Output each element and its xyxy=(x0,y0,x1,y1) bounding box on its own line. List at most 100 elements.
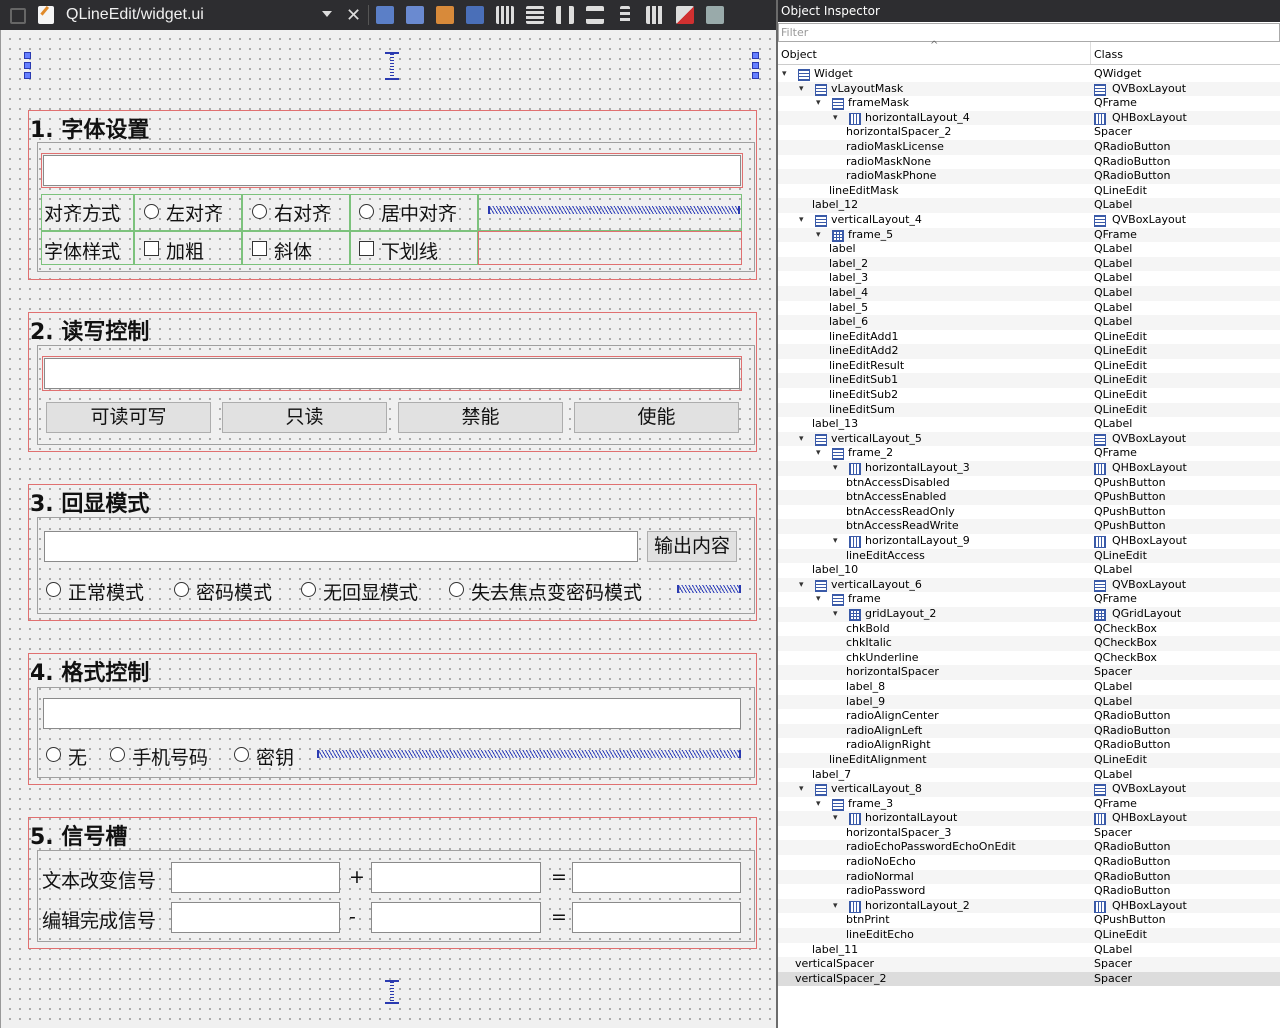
tree-row[interactable]: radioMaskLicense QRadioButton xyxy=(778,139,1280,155)
tree-row[interactable]: radioMaskNone QRadioButton xyxy=(778,155,1280,170)
resize-handle[interactable] xyxy=(752,72,759,79)
expand-arrow-icon[interactable]: ▾ xyxy=(816,446,826,461)
tree-row[interactable]: label_8 QLabel xyxy=(778,680,1280,695)
tree-row[interactable]: chkItalic QCheckBox xyxy=(778,636,1280,651)
radio-mask-license-label[interactable]: 密钥 xyxy=(256,743,294,770)
tree-row[interactable]: ▾ verticalLayout_6 QVBoxLayout xyxy=(778,577,1280,593)
checkbox-italic[interactable] xyxy=(252,241,267,256)
expand-arrow-icon[interactable]: ▾ xyxy=(833,534,843,549)
radio-mask-phone[interactable] xyxy=(110,747,125,762)
tree-row[interactable]: radioNormal QRadioButton xyxy=(778,869,1280,885)
expand-arrow-icon[interactable]: ▾ xyxy=(816,592,826,607)
horizontal-spacer[interactable] xyxy=(317,750,741,758)
radio-password-echo-on-edit-label[interactable]: 失去焦点变密码模式 xyxy=(471,578,642,605)
resize-handle[interactable] xyxy=(752,62,759,69)
tree-row[interactable]: chkBold QCheckBox xyxy=(778,622,1280,637)
tree-row[interactable]: lineEditEcho QLineEdit xyxy=(778,928,1280,943)
radio-password-echo-on-edit[interactable] xyxy=(449,582,464,597)
tree-row[interactable]: btnAccessReadWrite QPushButton xyxy=(778,519,1280,534)
break-layout-icon[interactable] xyxy=(676,6,694,24)
line-edit-access[interactable] xyxy=(42,356,742,391)
tree-row[interactable]: ▾ frame_3 QFrame xyxy=(778,797,1280,812)
edit-signals-icon[interactable] xyxy=(406,6,424,24)
line-edit-sub2[interactable] xyxy=(371,902,541,933)
disable-button[interactable]: 禁能 xyxy=(398,402,563,433)
horizontal-spacer[interactable] xyxy=(488,206,740,214)
layout-vertical-icon[interactable] xyxy=(526,6,544,24)
line-edit-result[interactable] xyxy=(572,902,741,933)
tree-row[interactable]: ▾ frame_2 QFrame xyxy=(778,446,1280,461)
read-write-button[interactable]: 可读可写 xyxy=(46,402,211,433)
checkbox-underline-label[interactable]: 下划线 xyxy=(381,237,438,264)
line-edit-sub1[interactable] xyxy=(171,902,340,933)
expand-arrow-icon[interactable]: ▾ xyxy=(833,111,843,126)
resize-handle[interactable] xyxy=(24,62,31,69)
tree-row[interactable]: btnPrint QPushButton xyxy=(778,913,1280,928)
tree-row[interactable]: ▾ horizontalLayout_2 QHBoxLayout xyxy=(778,898,1280,914)
tree-row[interactable]: chkUnderline QCheckBox xyxy=(778,651,1280,666)
expand-arrow-icon[interactable]: ▾ xyxy=(799,82,809,97)
lock-icon[interactable] xyxy=(10,8,26,24)
checkbox-underline[interactable] xyxy=(359,241,374,256)
expand-arrow-icon[interactable]: ▾ xyxy=(799,213,809,228)
close-icon[interactable]: ✕ xyxy=(346,5,361,26)
form-canvas[interactable]: 1. 字体设置 对齐方式 左对齐 右对齐 居中对齐 字体样式 加粗 斜体 下划线… xyxy=(0,30,777,1028)
expand-arrow-icon[interactable]: ▾ xyxy=(833,607,843,622)
radio-normal-label[interactable]: 正常模式 xyxy=(68,578,144,605)
tree-row[interactable]: radioAlignCenter QRadioButton xyxy=(778,709,1280,724)
tree-row[interactable]: horizontalSpacer Spacer xyxy=(778,665,1280,680)
column-object[interactable]: Object xyxy=(781,48,817,61)
line-edit-mask[interactable] xyxy=(43,698,741,729)
tree-row[interactable]: label_4 QLabel xyxy=(778,285,1280,301)
tree-row[interactable]: label_3 QLabel xyxy=(778,271,1280,286)
tree-row[interactable]: label_5 QLabel xyxy=(778,301,1280,316)
expand-arrow-icon[interactable]: ▾ xyxy=(833,461,843,476)
tree-row[interactable]: label QLabel xyxy=(778,242,1280,257)
tree-row[interactable]: horizontalSpacer_2 Spacer xyxy=(778,125,1280,140)
tree-row[interactable]: lineEditMask QLineEdit xyxy=(778,184,1280,199)
edit-buddies-icon[interactable] xyxy=(436,6,454,24)
tree-row[interactable]: horizontalSpacer_3 Spacer xyxy=(778,826,1280,841)
radio-password-label[interactable]: 密码模式 xyxy=(196,578,272,605)
tree-row[interactable]: label_13 QLabel xyxy=(778,417,1280,432)
layout-grid-icon[interactable] xyxy=(646,6,664,24)
tree-row[interactable]: lineEditResult QLineEdit xyxy=(778,359,1280,374)
line-edit-echo[interactable] xyxy=(44,531,638,562)
checkbox-bold-label[interactable]: 加粗 xyxy=(166,237,204,264)
tree-row[interactable]: btnAccessDisabled QPushButton xyxy=(778,476,1280,491)
tree-row[interactable]: radioMaskPhone QRadioButton xyxy=(778,169,1280,184)
tree-row[interactable]: ▾ frame QFrame xyxy=(778,592,1280,607)
tree-row[interactable]: label_12 QLabel xyxy=(778,198,1280,213)
tree-row[interactable]: radioAlignRight QRadioButton xyxy=(778,738,1280,753)
resize-handle[interactable] xyxy=(24,72,31,79)
radio-mask-none-label[interactable]: 无 xyxy=(68,743,87,770)
vertical-spacer-top[interactable] xyxy=(385,52,399,80)
horizontal-spacer[interactable] xyxy=(677,585,741,593)
tree-row[interactable]: ▾ verticalLayout_8 QVBoxLayout xyxy=(778,782,1280,797)
tree-row[interactable]: label_6 QLabel xyxy=(778,315,1280,330)
tree-row[interactable]: lineEditAccess QLineEdit xyxy=(778,548,1280,564)
tree-row[interactable]: ▾ horizontalLayout QHBoxLayout xyxy=(778,811,1280,826)
expand-arrow-icon[interactable]: ▾ xyxy=(816,96,826,111)
tree-row[interactable]: ▾ horizontalLayout_4 QHBoxLayout xyxy=(778,110,1280,126)
vertical-spacer-bottom[interactable] xyxy=(385,980,399,1004)
tree-row[interactable]: radioNoEcho QRadioButton xyxy=(778,855,1280,870)
edit-widgets-icon[interactable] xyxy=(376,6,394,24)
column-class[interactable]: Class xyxy=(1094,48,1123,61)
enable-button[interactable]: 使能 xyxy=(574,402,739,433)
tree-row[interactable]: lineEditSub1 QLineEdit xyxy=(778,373,1280,389)
tree-row[interactable]: radioAlignLeft QRadioButton xyxy=(778,723,1280,739)
radio-password[interactable] xyxy=(174,582,189,597)
tree-row[interactable]: ▾ verticalLayout_4 QVBoxLayout xyxy=(778,213,1280,228)
layout-hsplitter-icon[interactable] xyxy=(556,6,574,24)
tree-row[interactable]: btnAccessReadOnly QPushButton xyxy=(778,505,1280,520)
expand-arrow-icon[interactable]: ▾ xyxy=(816,797,826,812)
read-only-button[interactable]: 只读 xyxy=(222,402,387,433)
tree-row[interactable]: ▾ horizontalLayout_9 QHBoxLayout xyxy=(778,534,1280,549)
tree-row[interactable]: label_2 QLabel xyxy=(778,256,1280,272)
layout-horizontal-icon[interactable] xyxy=(496,6,514,24)
tree-row[interactable]: verticalSpacer Spacer xyxy=(778,957,1280,972)
expand-arrow-icon[interactable]: ▾ xyxy=(799,432,809,447)
adjust-size-icon[interactable] xyxy=(706,6,724,24)
radio-align-left[interactable] xyxy=(144,204,159,219)
